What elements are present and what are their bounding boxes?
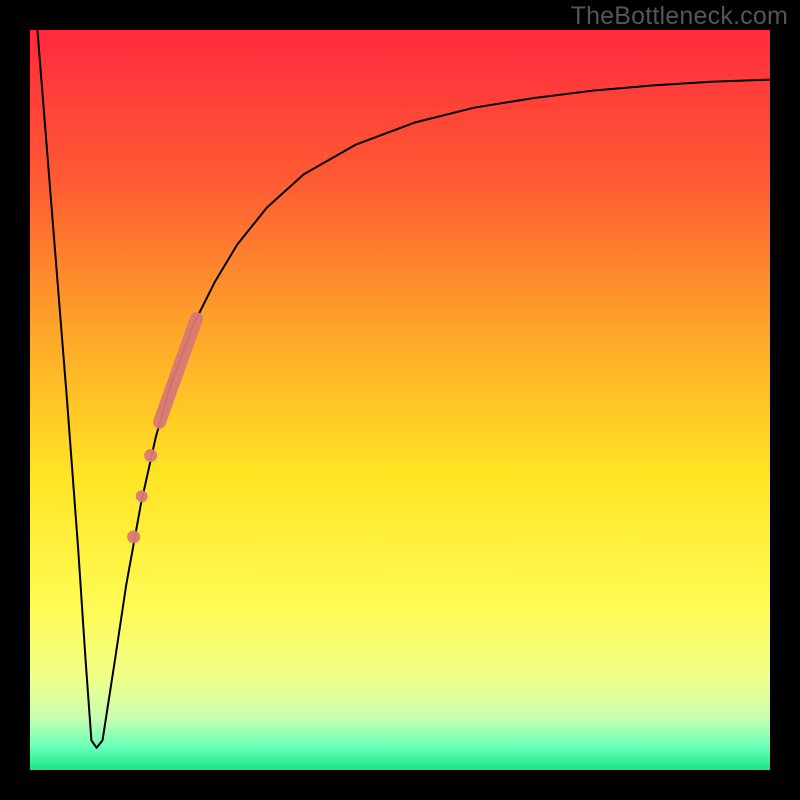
plot-svg: [30, 30, 770, 770]
watermark-text: TheBottleneck.com: [571, 2, 788, 31]
chart-frame: TheBottleneck.com: [0, 0, 800, 800]
plot-area: [30, 30, 770, 770]
gradient-background: [30, 30, 770, 770]
highlight-dot: [127, 530, 140, 543]
highlight-dot: [136, 490, 148, 502]
highlight-dot: [144, 449, 157, 462]
